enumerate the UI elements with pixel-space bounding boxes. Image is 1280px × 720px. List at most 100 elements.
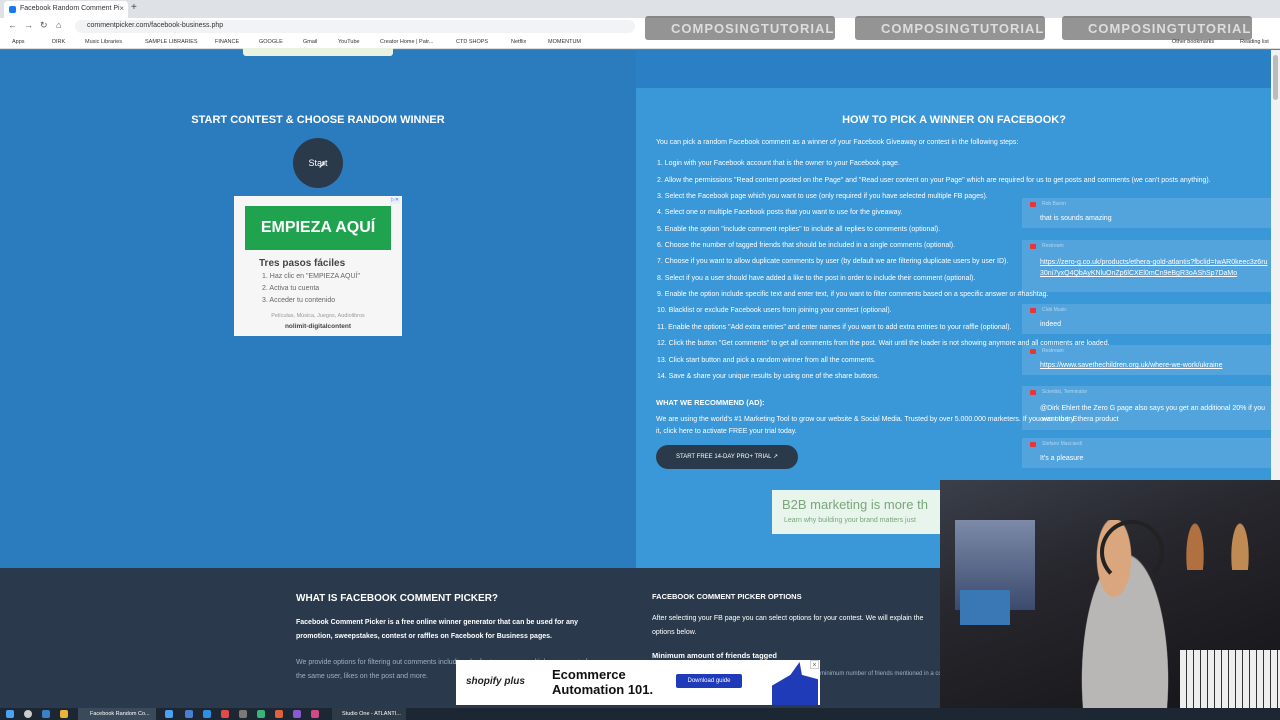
youtube-icon	[1030, 390, 1036, 395]
chat-message: Restream https://www.savethechildren.org…	[1022, 345, 1272, 375]
home-icon[interactable]: ⌂	[56, 20, 61, 30]
bookmark-item[interactable]: CTD SHOPS	[456, 39, 488, 45]
forward-icon[interactable]: →	[24, 20, 33, 30]
how-to-step: 8. Select if you a user should have adde…	[657, 275, 976, 282]
bookmark-item[interactable]: Apps	[12, 39, 25, 45]
ad-step: 2. Activa tu cuenta	[262, 285, 320, 292]
chat-user: Restream	[1042, 243, 1064, 249]
how-to-step: 7. Choose if you want to allow duplicate…	[657, 258, 1009, 265]
mouse-cursor-icon: ➚	[318, 160, 327, 171]
app-icon[interactable]	[257, 710, 265, 718]
youtube-icon	[1030, 244, 1036, 249]
chat-user: Stefano Macciardi	[1042, 441, 1083, 447]
webcam-guitar	[1180, 500, 1210, 570]
app-icon[interactable]	[221, 710, 229, 718]
bookmark-item[interactable]: MOMENTUM	[548, 39, 581, 45]
app-icon[interactable]	[185, 710, 193, 718]
app-icon[interactable]	[311, 710, 319, 718]
ad-cta-button[interactable]: EMPIEZA AQUÍ	[245, 206, 391, 250]
b2b-ad-subtext: Learn why building your brand matters ju…	[784, 517, 916, 524]
app-icon[interactable]	[275, 710, 283, 718]
chat-user: Rob Baron	[1042, 201, 1066, 207]
bookmark-item[interactable]: Gmail	[303, 39, 317, 45]
chat-link[interactable]: https://zero-g.co.uk/products/ethera-gol…	[1040, 257, 1268, 279]
ad-footer: Películas, Música, Juegos, Audiolibros	[271, 313, 365, 319]
previous-section-right	[636, 50, 1280, 88]
free-trial-label: START FREE 14-DAY PRO+ TRIAL	[675, 454, 772, 460]
external-link-icon: ↗	[772, 454, 778, 460]
chat-link[interactable]: https://www.savethechildren.org.uk/where…	[1040, 362, 1222, 369]
chat-message: Stefano Macciardi It's a pleasure	[1022, 438, 1272, 468]
how-to-step: 13. Click start button and pick a random…	[657, 357, 876, 364]
chat-text: It's a pleasure	[1040, 455, 1084, 462]
free-trial-button[interactable]: START FREE 14-DAY PRO+ TRIAL ↗	[656, 445, 798, 469]
recommend-text: We are using the world's #1 Marketing To…	[656, 416, 1075, 435]
search-icon[interactable]	[24, 710, 32, 718]
recommend-heading: WHAT WE RECOMMEND (AD):	[656, 398, 765, 407]
app-icon[interactable]	[203, 710, 211, 718]
chat-message: Rob Baron that is sounds amazing	[1022, 198, 1272, 228]
new-tab-icon[interactable]: +	[131, 2, 137, 13]
download-guide-button[interactable]: Download guide	[676, 674, 742, 688]
webcam-monitor	[960, 590, 1010, 625]
bookmark-item[interactable]: Music Libraries	[85, 39, 122, 45]
ad-heading: Tres pasos fáciles	[259, 258, 346, 269]
webcam-keyboard	[1180, 650, 1280, 708]
previous-section-box	[243, 48, 393, 56]
reload-icon[interactable]: ↻	[40, 20, 48, 31]
how-to-step: 3. Select the Facebook page which you wa…	[657, 193, 988, 200]
app-icon[interactable]	[293, 710, 301, 718]
how-to-step: 14. Save & share your unique results by …	[657, 373, 880, 380]
bookmark-item[interactable]: FINANCE	[215, 39, 239, 45]
chat-user: Scientist, Terminator	[1042, 389, 1088, 395]
back-icon[interactable]: ←	[8, 20, 17, 30]
chat-text: indeed	[1040, 321, 1062, 328]
youtube-icon	[1030, 349, 1036, 354]
bookmark-item[interactable]: SAMPLE LIBRARIES	[145, 39, 198, 45]
ad-step: 1. Haz clic en "EMPIEZA AQUÍ"	[262, 273, 360, 280]
how-to-step: 2. Allow the permissions "Read content p…	[657, 177, 1211, 184]
bookmark-item[interactable]: DIRK	[52, 39, 65, 45]
url-field[interactable]: commentpicker.com/facebook-business.php	[75, 20, 635, 33]
youtube-icon	[1030, 202, 1036, 207]
taskbar-studio-one[interactable]: Studio One - ATLANTI...	[332, 708, 406, 720]
what-is-text: Facebook Comment Picker is a free online…	[296, 619, 579, 640]
how-to-step: 4. Select one or multiple Facebook posts…	[657, 209, 903, 216]
what-is-heading: WHAT IS FACEBOOK COMMENT PICKER?	[296, 593, 499, 604]
bookmark-item[interactable]: Creator Home | Patr...	[380, 39, 433, 45]
bookmark-item[interactable]: YouTube	[338, 39, 360, 45]
how-to-step: 9. Enable the option include specific te…	[657, 291, 1049, 298]
chat-user: Restream	[1042, 348, 1064, 354]
options-subheading: Minimum amount of friends tagged	[652, 651, 777, 660]
ad-choices-icon[interactable]: ▷✕	[390, 197, 400, 204]
watermark-logo: COMPOSINGTUTORIALS	[855, 16, 1045, 40]
facebook-icon	[9, 6, 16, 13]
folder-icon[interactable]	[60, 710, 68, 718]
bookmark-item[interactable]: GOOGLE	[259, 39, 283, 45]
options-text: After selecting your FB page you can sel…	[652, 615, 924, 636]
chat-text: that is sounds amazing	[1040, 215, 1112, 222]
start-contest-heading: START CONTEST & CHOOSE RANDOM WINNER	[191, 114, 445, 126]
browser-tab[interactable]: Facebook Random Comment Pi ×	[4, 1, 128, 18]
how-to-heading: HOW TO PICK A WINNER ON FACEBOOK?	[842, 114, 1066, 126]
bookmark-item[interactable]: Netflix	[511, 39, 526, 45]
app-icon[interactable]	[239, 710, 247, 718]
edge-icon[interactable]	[42, 710, 50, 718]
taskbar-firefox[interactable]: Facebook Random Co...	[78, 708, 156, 720]
chat-message: Clob Music indeed	[1022, 304, 1272, 334]
how-to-step: 1. Login with your Facebook account that…	[657, 160, 900, 167]
scrollbar-thumb[interactable]	[1273, 55, 1278, 100]
options-heading: FACEBOOK COMMENT PICKER OPTIONS	[652, 592, 802, 601]
close-icon[interactable]: ×	[119, 4, 124, 13]
windows-start-icon[interactable]	[6, 710, 14, 718]
ad-brand: nolimit-digitalcontent	[284, 323, 352, 330]
close-icon[interactable]: ×	[810, 660, 819, 669]
webcam-headphones	[1100, 520, 1164, 584]
shopify-ad-heading: Ecommerce Automation 101.	[552, 667, 654, 697]
ad-step: 3. Acceder tu contenido	[262, 297, 336, 304]
youtube-icon	[1030, 308, 1036, 313]
app-icon[interactable]	[165, 710, 173, 718]
b2b-ad-heading: B2B marketing is more th	[782, 497, 928, 512]
how-to-step: 10. Blacklist or exclude Facebook users …	[657, 307, 892, 314]
watermark-logo: COMPOSINGTUTORIALS	[645, 16, 835, 40]
